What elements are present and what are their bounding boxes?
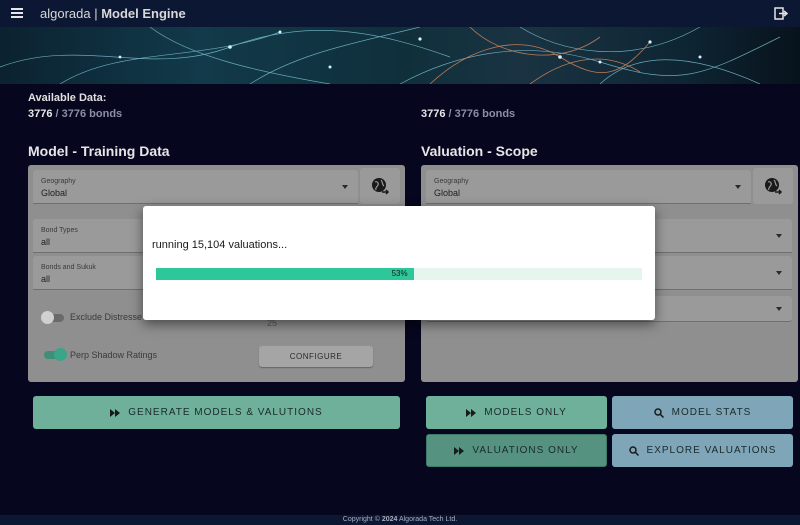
app-title: algorada | Model Engine xyxy=(40,6,186,21)
menu-icon[interactable] xyxy=(11,8,23,18)
training-geography-select[interactable]: Geography Global xyxy=(33,170,358,204)
page-title: Model Engine xyxy=(101,6,186,21)
perp-shadow-ratings-label: Perp Shadow Ratings xyxy=(70,350,158,360)
chevron-down-icon xyxy=(776,307,782,311)
progress-percent: 53% xyxy=(391,269,408,278)
progress-dialog: running 15,104 valuations... 53% xyxy=(143,206,655,320)
fast-forward-icon xyxy=(110,408,121,417)
search-icon xyxy=(628,445,639,456)
valuation-globe-button[interactable] xyxy=(753,168,793,204)
perp-shadow-ratings-toggle[interactable] xyxy=(44,348,67,361)
valuation-bond-count: 3776 / 3776 bonds xyxy=(421,108,516,120)
fast-forward-icon xyxy=(466,408,477,417)
chevron-down-icon xyxy=(735,185,741,189)
progress-bar-fill: 53% xyxy=(156,268,414,280)
explore-valuations-button[interactable]: EXPLORE VALUATIONS xyxy=(612,434,793,467)
progress-message: running 15,104 valuations... xyxy=(152,239,288,251)
generate-models-valuations-button[interactable]: GENERATE MODELS & VALUTIONS xyxy=(33,396,400,429)
network-banner xyxy=(0,27,800,84)
fast-forward-icon xyxy=(454,446,465,455)
training-bond-count: 3776 / 3776 bonds xyxy=(28,108,123,120)
chevron-down-icon xyxy=(776,271,782,275)
exclude-distressed-label: Exclude Distresse xyxy=(70,312,143,322)
chevron-down-icon xyxy=(342,185,348,189)
valuations-only-button[interactable]: VALUATIONS ONLY xyxy=(426,434,607,467)
exclude-distressed-toggle[interactable] xyxy=(41,311,64,324)
chevron-down-icon xyxy=(776,234,782,238)
training-data-title: Model - Training Data xyxy=(28,143,170,159)
footer: Copyright © 2024 Algorada Tech Ltd. xyxy=(0,515,800,525)
globe-arrow-icon xyxy=(372,178,390,195)
available-data-label: Available Data: xyxy=(28,92,107,104)
globe-arrow-icon xyxy=(765,178,783,195)
model-stats-button[interactable]: MODEL STATS xyxy=(612,396,793,429)
models-only-button[interactable]: MODELS ONLY xyxy=(426,396,607,429)
valuation-scope-title: Valuation - Scope xyxy=(421,143,538,159)
app-bar: algorada | Model Engine xyxy=(0,0,800,27)
brand-name: algorada xyxy=(40,6,91,21)
logout-icon[interactable] xyxy=(774,7,788,20)
search-icon xyxy=(653,407,664,418)
training-globe-button[interactable] xyxy=(360,168,400,204)
progress-bar: 53% xyxy=(156,268,642,280)
valuation-geography-select[interactable]: Geography Global xyxy=(426,170,751,204)
configure-button[interactable]: CONFIGURE xyxy=(259,346,373,367)
